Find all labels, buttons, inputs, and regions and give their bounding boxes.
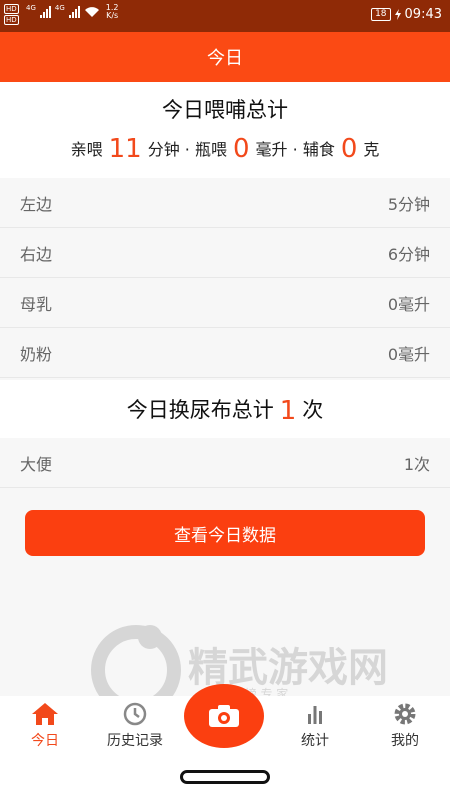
row-value: 0毫升 xyxy=(387,294,430,314)
hd-indicators: HD HD xyxy=(4,4,19,25)
row-value: 6分钟 xyxy=(387,244,430,264)
camera-button[interactable] xyxy=(184,684,264,748)
row-label: 右边 xyxy=(20,244,53,264)
wifi-icon xyxy=(84,7,99,17)
bar-chart-icon xyxy=(308,706,322,724)
feeding-row-breastmilk[interactable]: 母乳 0毫升 xyxy=(0,278,450,328)
bottle-label: 瓶喂 xyxy=(194,140,227,159)
page-title: 今日 xyxy=(207,48,243,69)
breast-label: 亲喂 xyxy=(70,140,103,159)
tab-history[interactable]: 历史记录 xyxy=(90,702,180,750)
tab-label: 今日 xyxy=(31,733,59,749)
bottle-value: 0 xyxy=(233,134,250,164)
row-label: 大便 xyxy=(20,454,53,474)
food-label: 辅食 xyxy=(302,140,335,159)
bottle-unit: 毫升 xyxy=(255,140,288,159)
gear-icon xyxy=(394,703,416,725)
feeding-summary-line: 亲喂 11 分钟 · 瓶喂 0 毫升 · 辅食 0 克 xyxy=(0,134,450,164)
row-value: 0毫升 xyxy=(387,344,430,364)
diaper-count: 1 xyxy=(279,396,297,426)
food-unit: 克 xyxy=(363,140,380,159)
row-value: 5分钟 xyxy=(387,194,430,214)
feeding-summary-title: 今日喂哺总计 xyxy=(162,98,288,122)
row-value: 1次 xyxy=(403,454,430,474)
tab-label: 统计 xyxy=(301,733,329,749)
tab-mine[interactable]: 我的 xyxy=(360,702,450,750)
feeding-summary: 今日喂哺总计 亲喂 11 分钟 · 瓶喂 0 毫升 · 辅食 0 克 xyxy=(0,82,450,178)
hd-badge: HD xyxy=(4,15,19,25)
system-home-bar xyxy=(0,760,450,800)
network-type: 4G xyxy=(26,4,36,12)
tab-label: 历史记录 xyxy=(107,733,163,749)
status-bar: HD HD 4G 4G 1.2 K/s 18 09:43 xyxy=(0,0,450,32)
breast-unit: 分钟 xyxy=(147,140,180,159)
diaper-summary-title: 今日换尿布总计 1 次 xyxy=(0,380,450,438)
clock: 09:43 xyxy=(404,7,442,22)
button-label: 查看今日数据 xyxy=(174,525,276,546)
signal-icon xyxy=(68,6,80,18)
diaper-unit: 次 xyxy=(302,398,324,422)
feeding-row-formula[interactable]: 奶粉 0毫升 xyxy=(0,328,450,378)
camera-icon xyxy=(209,705,239,727)
feeding-row-left[interactable]: 左边 5分钟 xyxy=(0,178,450,228)
tab-label: 我的 xyxy=(391,733,419,749)
battery-icon: 18 xyxy=(371,8,391,21)
row-label: 左边 xyxy=(20,194,53,214)
diaper-row-poop[interactable]: 大便 1次 xyxy=(0,438,450,488)
home-indicator[interactable] xyxy=(180,770,270,784)
charging-icon xyxy=(394,9,401,20)
separator: · xyxy=(184,140,190,159)
home-icon xyxy=(32,703,58,725)
hd-badge: HD xyxy=(4,4,19,14)
network-speed: 1.2 K/s xyxy=(106,4,119,20)
breast-value: 11 xyxy=(108,134,142,164)
network-type: 4G xyxy=(54,4,65,12)
speed-unit: K/s xyxy=(106,11,119,20)
row-label: 母乳 xyxy=(20,294,53,314)
diaper-title-text: 今日换尿布总计 xyxy=(126,398,274,422)
feeding-row-right[interactable]: 右边 6分钟 xyxy=(0,228,450,278)
food-value: 0 xyxy=(340,134,358,164)
view-today-data-button[interactable]: 查看今日数据 xyxy=(25,510,425,556)
tab-today[interactable]: 今日 xyxy=(0,702,90,750)
tab-stats[interactable]: 统计 xyxy=(270,702,360,750)
row-label: 奶粉 xyxy=(20,344,53,364)
page-header: 今日 xyxy=(0,32,450,82)
separator: · xyxy=(292,140,298,159)
signal-icon xyxy=(39,6,51,18)
clock-icon xyxy=(123,702,147,726)
